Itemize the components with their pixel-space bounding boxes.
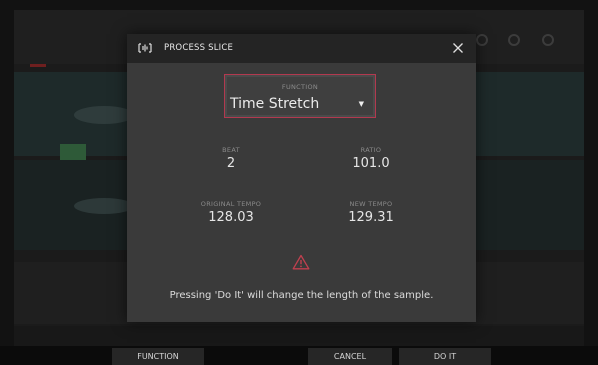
- function-dropdown-inner: FUNCTION Time Stretch ▼: [227, 77, 373, 115]
- new-tempo-field[interactable]: NEW TEMPO 129.31: [311, 200, 431, 225]
- close-icon[interactable]: [450, 40, 466, 56]
- beat-value: 2: [226, 156, 236, 171]
- function-button[interactable]: FUNCTION: [112, 348, 204, 365]
- beat-field[interactable]: BEAT 2: [171, 146, 291, 171]
- waveform-icon: [138, 43, 152, 53]
- original-tempo-field[interactable]: ORIGINAL TEMPO 128.03: [171, 200, 291, 225]
- ratio-field[interactable]: RATIO 101.0: [311, 146, 431, 171]
- dropdown-caret-icon: ▼: [358, 100, 364, 108]
- new-tempo-value: 129.31: [348, 210, 394, 225]
- warning-message: Pressing 'Do It' will change the length …: [169, 290, 434, 301]
- original-tempo-label: ORIGINAL TEMPO: [200, 200, 262, 208]
- background-waveform-shape: [74, 198, 134, 214]
- function-label: FUNCTION: [281, 83, 319, 91]
- dialog-title: PROCESS SLICE: [164, 43, 234, 53]
- function-dropdown[interactable]: FUNCTION Time Stretch ▼: [224, 74, 376, 118]
- process-slice-dialog: PROCESS SLICE FUNCTION Time Stretch ▼ BE…: [127, 34, 476, 322]
- beat-label: BEAT: [222, 146, 240, 154]
- do-it-button[interactable]: DO IT: [399, 348, 491, 365]
- function-value: Time Stretch: [230, 96, 320, 112]
- background-icon-3: [542, 34, 554, 46]
- background-strip: [14, 326, 584, 346]
- background-icon-2: [508, 34, 520, 46]
- soft-key-bar: [0, 346, 598, 365]
- background-waveform-shape: [74, 106, 134, 124]
- ratio-value: 101.0: [352, 156, 390, 171]
- warning-icon: [292, 254, 310, 270]
- background-icon-1: [476, 34, 488, 46]
- dialog-header: PROCESS SLICE: [127, 34, 476, 63]
- original-tempo-value: 128.03: [208, 210, 254, 225]
- ratio-label: RATIO: [360, 146, 382, 154]
- background-marker: [30, 64, 46, 67]
- cancel-button[interactable]: CANCEL: [308, 348, 392, 365]
- new-tempo-label: NEW TEMPO: [349, 200, 393, 208]
